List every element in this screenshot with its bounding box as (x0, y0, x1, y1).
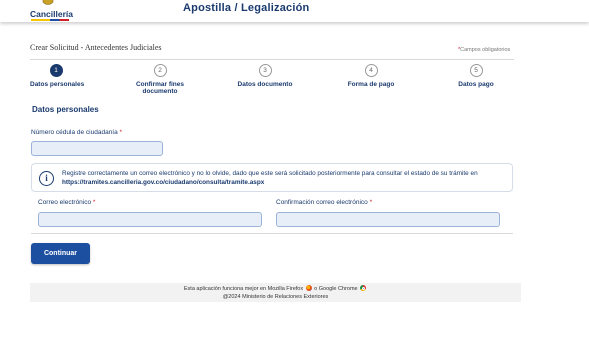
step-number-5: 5 (469, 64, 483, 77)
chrome-icon (360, 285, 367, 291)
consulta-tramite-link[interactable]: https://tramites.cancilleria.gov.co/ciud… (62, 179, 264, 186)
step-label: Datos personales (30, 81, 85, 88)
logo-text: Cancillería (30, 9, 73, 19)
cedula-label: Número cédula de ciudadanía * (31, 129, 123, 136)
info-text: Registre correctamente un correo electró… (62, 170, 478, 186)
firefox-icon (305, 285, 312, 291)
step-datos-documento[interactable]: 3 Datos documento (236, 64, 294, 88)
email-input[interactable] (38, 212, 262, 227)
page-header: Cancillería Apostilla / Legalización (0, 0, 589, 22)
section-title: Datos personales (32, 105, 99, 114)
step-number-4: 4 (364, 64, 378, 77)
email-info-box: i Registre correctamente un correo elect… (31, 163, 513, 192)
step-datos-pago[interactable]: 5 Datos pago (457, 64, 495, 88)
step-label: Datos documento (237, 81, 293, 88)
step-number-2: 2 (153, 64, 167, 77)
page-footer: Esta aplicación funciona mejor en Mozill… (30, 283, 521, 302)
step-label: Forma de pago (347, 81, 395, 88)
required-fields-note: *Campos obligatorios (458, 47, 511, 53)
step-number-3: 3 (258, 64, 272, 77)
step-label: Confirmar fines documento (135, 81, 185, 95)
coat-of-arms-icon (42, 0, 54, 5)
cedula-input[interactable] (31, 141, 163, 156)
app-title: Apostilla / Legalización (183, 2, 310, 14)
step-number-1: 1 (49, 64, 63, 77)
step-confirmar-fines[interactable]: 2 Confirmar fines documento (133, 64, 187, 95)
email-confirm-label: Confirmación correo electrónico * (276, 199, 373, 206)
email-confirm-input[interactable] (276, 212, 500, 227)
copyright-text: @2024 Ministerio de Relaciones Exteriore… (222, 293, 329, 300)
browser-recommendation: Esta aplicación funciona mejor en Mozill… (30, 285, 521, 294)
step-forma-de-pago[interactable]: 4 Forma de pago (346, 64, 396, 88)
form-title: Crear Solicitud - Antecedentes Judiciale… (30, 43, 162, 52)
fields-divider (31, 233, 513, 234)
info-icon: i (39, 171, 54, 186)
title-divider (30, 59, 514, 60)
cancilleria-logo[interactable]: Cancillería (30, 0, 74, 22)
step-datos-personales[interactable]: 1 Datos personales (30, 64, 85, 88)
step-label: Datos pago (458, 81, 494, 88)
flag-stripe (31, 19, 69, 21)
continue-button[interactable]: Continuar (31, 243, 90, 264)
email-label: Correo electrónico * (38, 199, 96, 206)
